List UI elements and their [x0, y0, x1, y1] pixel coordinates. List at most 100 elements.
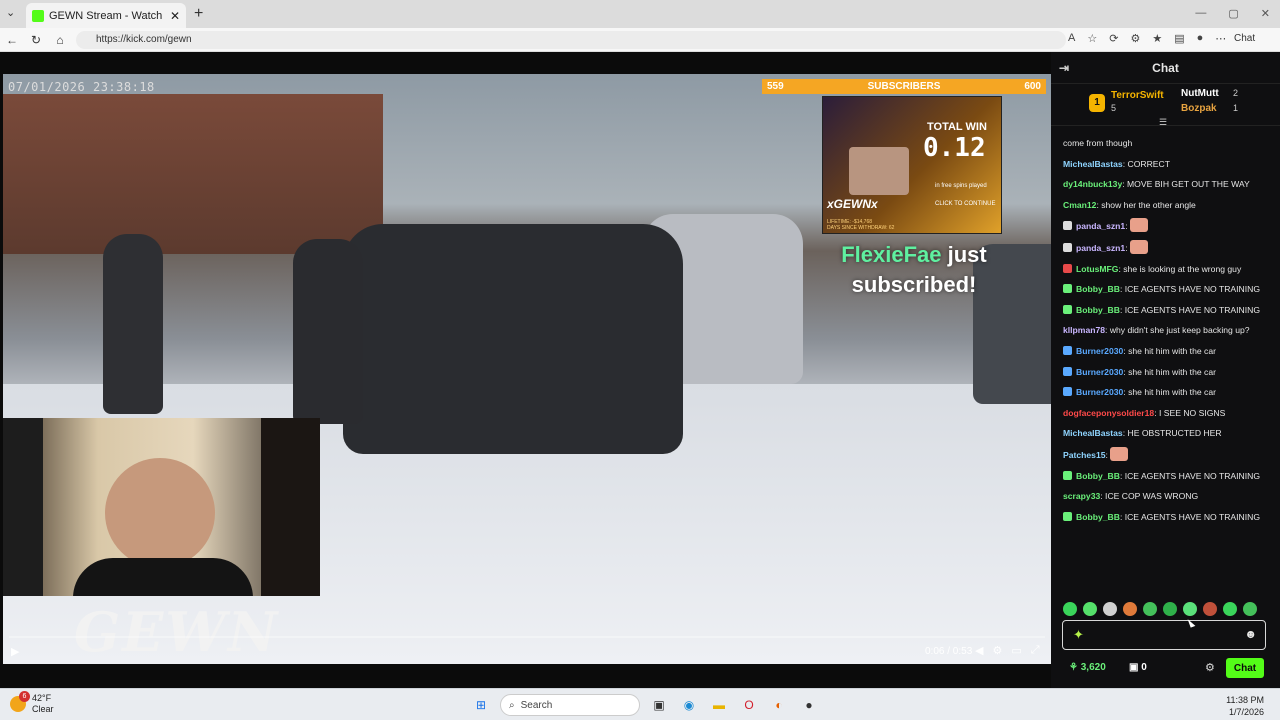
progress-bar[interactable]: [9, 636, 1045, 638]
collections-icon[interactable]: ▤: [1174, 32, 1184, 45]
url-field[interactable]: https://kick.com/gewn: [76, 31, 1066, 49]
channel-points[interactable]: ⚘ 3,620: [1069, 662, 1106, 673]
chat-username[interactable]: Patches15: [1063, 450, 1106, 460]
new-tab-button[interactable]: +: [194, 5, 203, 23]
close-window-icon[interactable]: ✕: [1261, 7, 1270, 20]
emote-icon[interactable]: [1123, 602, 1137, 616]
emote-icon[interactable]: [1063, 602, 1077, 616]
settings-icon[interactable]: ⚙: [992, 644, 1002, 657]
maximize-icon[interactable]: ▢: [1228, 7, 1238, 20]
window-controls: — ▢ ✕: [1195, 7, 1270, 20]
chat-message: Bobby_BB: ICE AGENTS HAVE NO TRAINING: [1063, 510, 1270, 524]
emote-icon[interactable]: [1203, 602, 1217, 616]
extensions-icon[interactable]: ⚙: [1130, 32, 1140, 45]
gift-count[interactable]: ▣ 0: [1129, 662, 1147, 673]
emote-icon[interactable]: [1183, 602, 1197, 616]
browser-tab[interactable]: GEWN Stream - Watch Live on Kick ✕: [26, 3, 186, 28]
chat-username[interactable]: dogfaceponysoldier18: [1063, 408, 1154, 418]
chat-message: Burner2030: she hit him with the car: [1063, 365, 1270, 379]
read-aloud-icon[interactable]: A: [1068, 32, 1075, 45]
chat-message: Bobby_BB: ICE AGENTS HAVE NO TRAINING: [1063, 469, 1270, 483]
sparkle-icon[interactable]: ✦: [1073, 627, 1084, 643]
browser-tab-bar: ⌄ GEWN Stream - Watch Live on Kick ✕ + —…: [0, 0, 1280, 28]
filter-icon[interactable]: ☰: [1159, 117, 1167, 128]
refresh-page-icon[interactable]: ⟳: [1109, 32, 1118, 45]
edge-icon[interactable]: ◉: [678, 694, 700, 716]
dark-suv: [343, 224, 683, 454]
taskbar-search[interactable]: ⌕ Search: [500, 694, 640, 716]
leader-name[interactable]: NutMutt: [1181, 88, 1219, 99]
chat-message: scrapy33: ICE COP WAS WRONG: [1063, 489, 1270, 503]
tab-actions-icon[interactable]: ⌄: [6, 6, 15, 19]
chat-username[interactable]: Bobby_BB: [1076, 512, 1120, 522]
send-chat-button[interactable]: Chat: [1226, 658, 1264, 678]
badge-icon: [1063, 470, 1072, 480]
copilot-chat-button[interactable]: Chat: [1234, 33, 1255, 44]
more-icon[interactable]: ⋯: [1215, 32, 1226, 45]
chat-message: dogfaceponysoldier18: I SEE NO SIGNS: [1063, 406, 1270, 420]
subscription-alert: FlexieFae just subscribed!: [826, 240, 1002, 300]
app-icon[interactable]: ●: [798, 694, 820, 716]
windows-taskbar: 6 42°F Clear ⊞ ⌕ Search ▣ ◉ ▬ O ◐ ● 11:38…: [0, 688, 1280, 720]
weather-widget[interactable]: 6 42°F Clear: [10, 691, 54, 715]
chat-username[interactable]: MichealBastas: [1063, 428, 1123, 438]
file-explorer-icon[interactable]: ▬: [708, 694, 730, 716]
chat-text: : ICE AGENTS HAVE NO TRAINING: [1119, 511, 1261, 522]
chat-username[interactable]: scrapy33: [1063, 491, 1100, 501]
subgoal-current: 559: [767, 81, 784, 92]
chat-username[interactable]: Burner2030: [1076, 346, 1123, 356]
home-icon[interactable]: ⌂: [48, 33, 72, 47]
favorite-icon[interactable]: ☆: [1087, 32, 1097, 45]
chat-username[interactable]: Burner2030: [1076, 367, 1123, 377]
system-clock[interactable]: 11:38 PM 1/7/2026: [1226, 694, 1264, 718]
favorites-icon[interactable]: ★: [1152, 32, 1162, 45]
emote-icon[interactable]: [1243, 602, 1257, 616]
chat-username[interactable]: Bobby_BB: [1076, 305, 1120, 315]
chat-username[interactable]: panda_szn1: [1076, 243, 1125, 253]
chat-username[interactable]: MichealBastas: [1063, 159, 1123, 169]
search-icon: ⌕: [509, 699, 515, 711]
rank-badge: 1: [1089, 94, 1105, 112]
profile-icon[interactable]: ●: [1197, 32, 1204, 45]
close-tab-icon[interactable]: ✕: [170, 9, 180, 23]
chat-text: : ICE AGENTS HAVE NO TRAINING: [1119, 470, 1261, 481]
firefox-icon[interactable]: ◐: [768, 694, 790, 716]
emote-icon[interactable]: [1223, 602, 1237, 616]
emoji-picker-icon[interactable]: ☻: [1244, 627, 1257, 641]
chat-username[interactable]: LotusMFG: [1076, 264, 1118, 274]
chat-title: Chat: [1152, 60, 1179, 75]
chat-username[interactable]: Bobby_BB: [1076, 284, 1120, 294]
fullscreen-icon[interactable]: ⤢: [1031, 644, 1040, 657]
chat-username[interactable]: Cman12: [1063, 200, 1096, 210]
total-win-value: 0.12: [923, 133, 986, 163]
start-icon[interactable]: ⊞: [470, 694, 492, 716]
theater-icon[interactable]: ▭: [1011, 644, 1021, 657]
opera-icon[interactable]: O: [738, 694, 760, 716]
leader-name[interactable]: Bozpak: [1181, 103, 1217, 114]
refresh-icon[interactable]: ↻: [24, 33, 48, 47]
chat-settings-icon[interactable]: ⚙: [1205, 661, 1215, 674]
chat-input[interactable]: ✦ ☻: [1062, 620, 1266, 650]
chat-username[interactable]: Bobby_BB: [1076, 471, 1120, 481]
minimize-icon[interactable]: —: [1195, 7, 1206, 20]
chat-username[interactable]: Burner2030: [1076, 387, 1123, 397]
chat-username[interactable]: kllpman78: [1063, 325, 1105, 335]
play-icon[interactable]: ▶: [11, 645, 19, 658]
collapse-chat-icon[interactable]: ⇥: [1059, 61, 1069, 75]
chat-panel: ⇥ Chat 1 TerrorSwift 5 NutMutt 2 Bozpak …: [1051, 52, 1280, 688]
chat-text: : ICE AGENTS HAVE NO TRAINING: [1119, 304, 1261, 315]
badge-icon: [1063, 387, 1072, 397]
chat-message: Bobby_BB: ICE AGENTS HAVE NO TRAINING: [1063, 303, 1270, 317]
task-view-icon[interactable]: ▣: [648, 694, 670, 716]
emote-icon[interactable]: [1163, 602, 1177, 616]
leader-count: 1: [1233, 103, 1239, 113]
back-icon[interactable]: ←: [0, 33, 24, 47]
subgoal-target: 600: [1024, 81, 1041, 92]
emote-icon[interactable]: [1103, 602, 1117, 616]
volume-icon[interactable]: ◀: [975, 644, 983, 657]
emote-icon[interactable]: [1083, 602, 1097, 616]
emote-icon[interactable]: [1143, 602, 1157, 616]
leader-name[interactable]: TerrorSwift: [1111, 90, 1164, 101]
chat-username[interactable]: panda_szn1: [1076, 221, 1125, 231]
chat-username[interactable]: dy14nbuck13y: [1063, 179, 1122, 189]
